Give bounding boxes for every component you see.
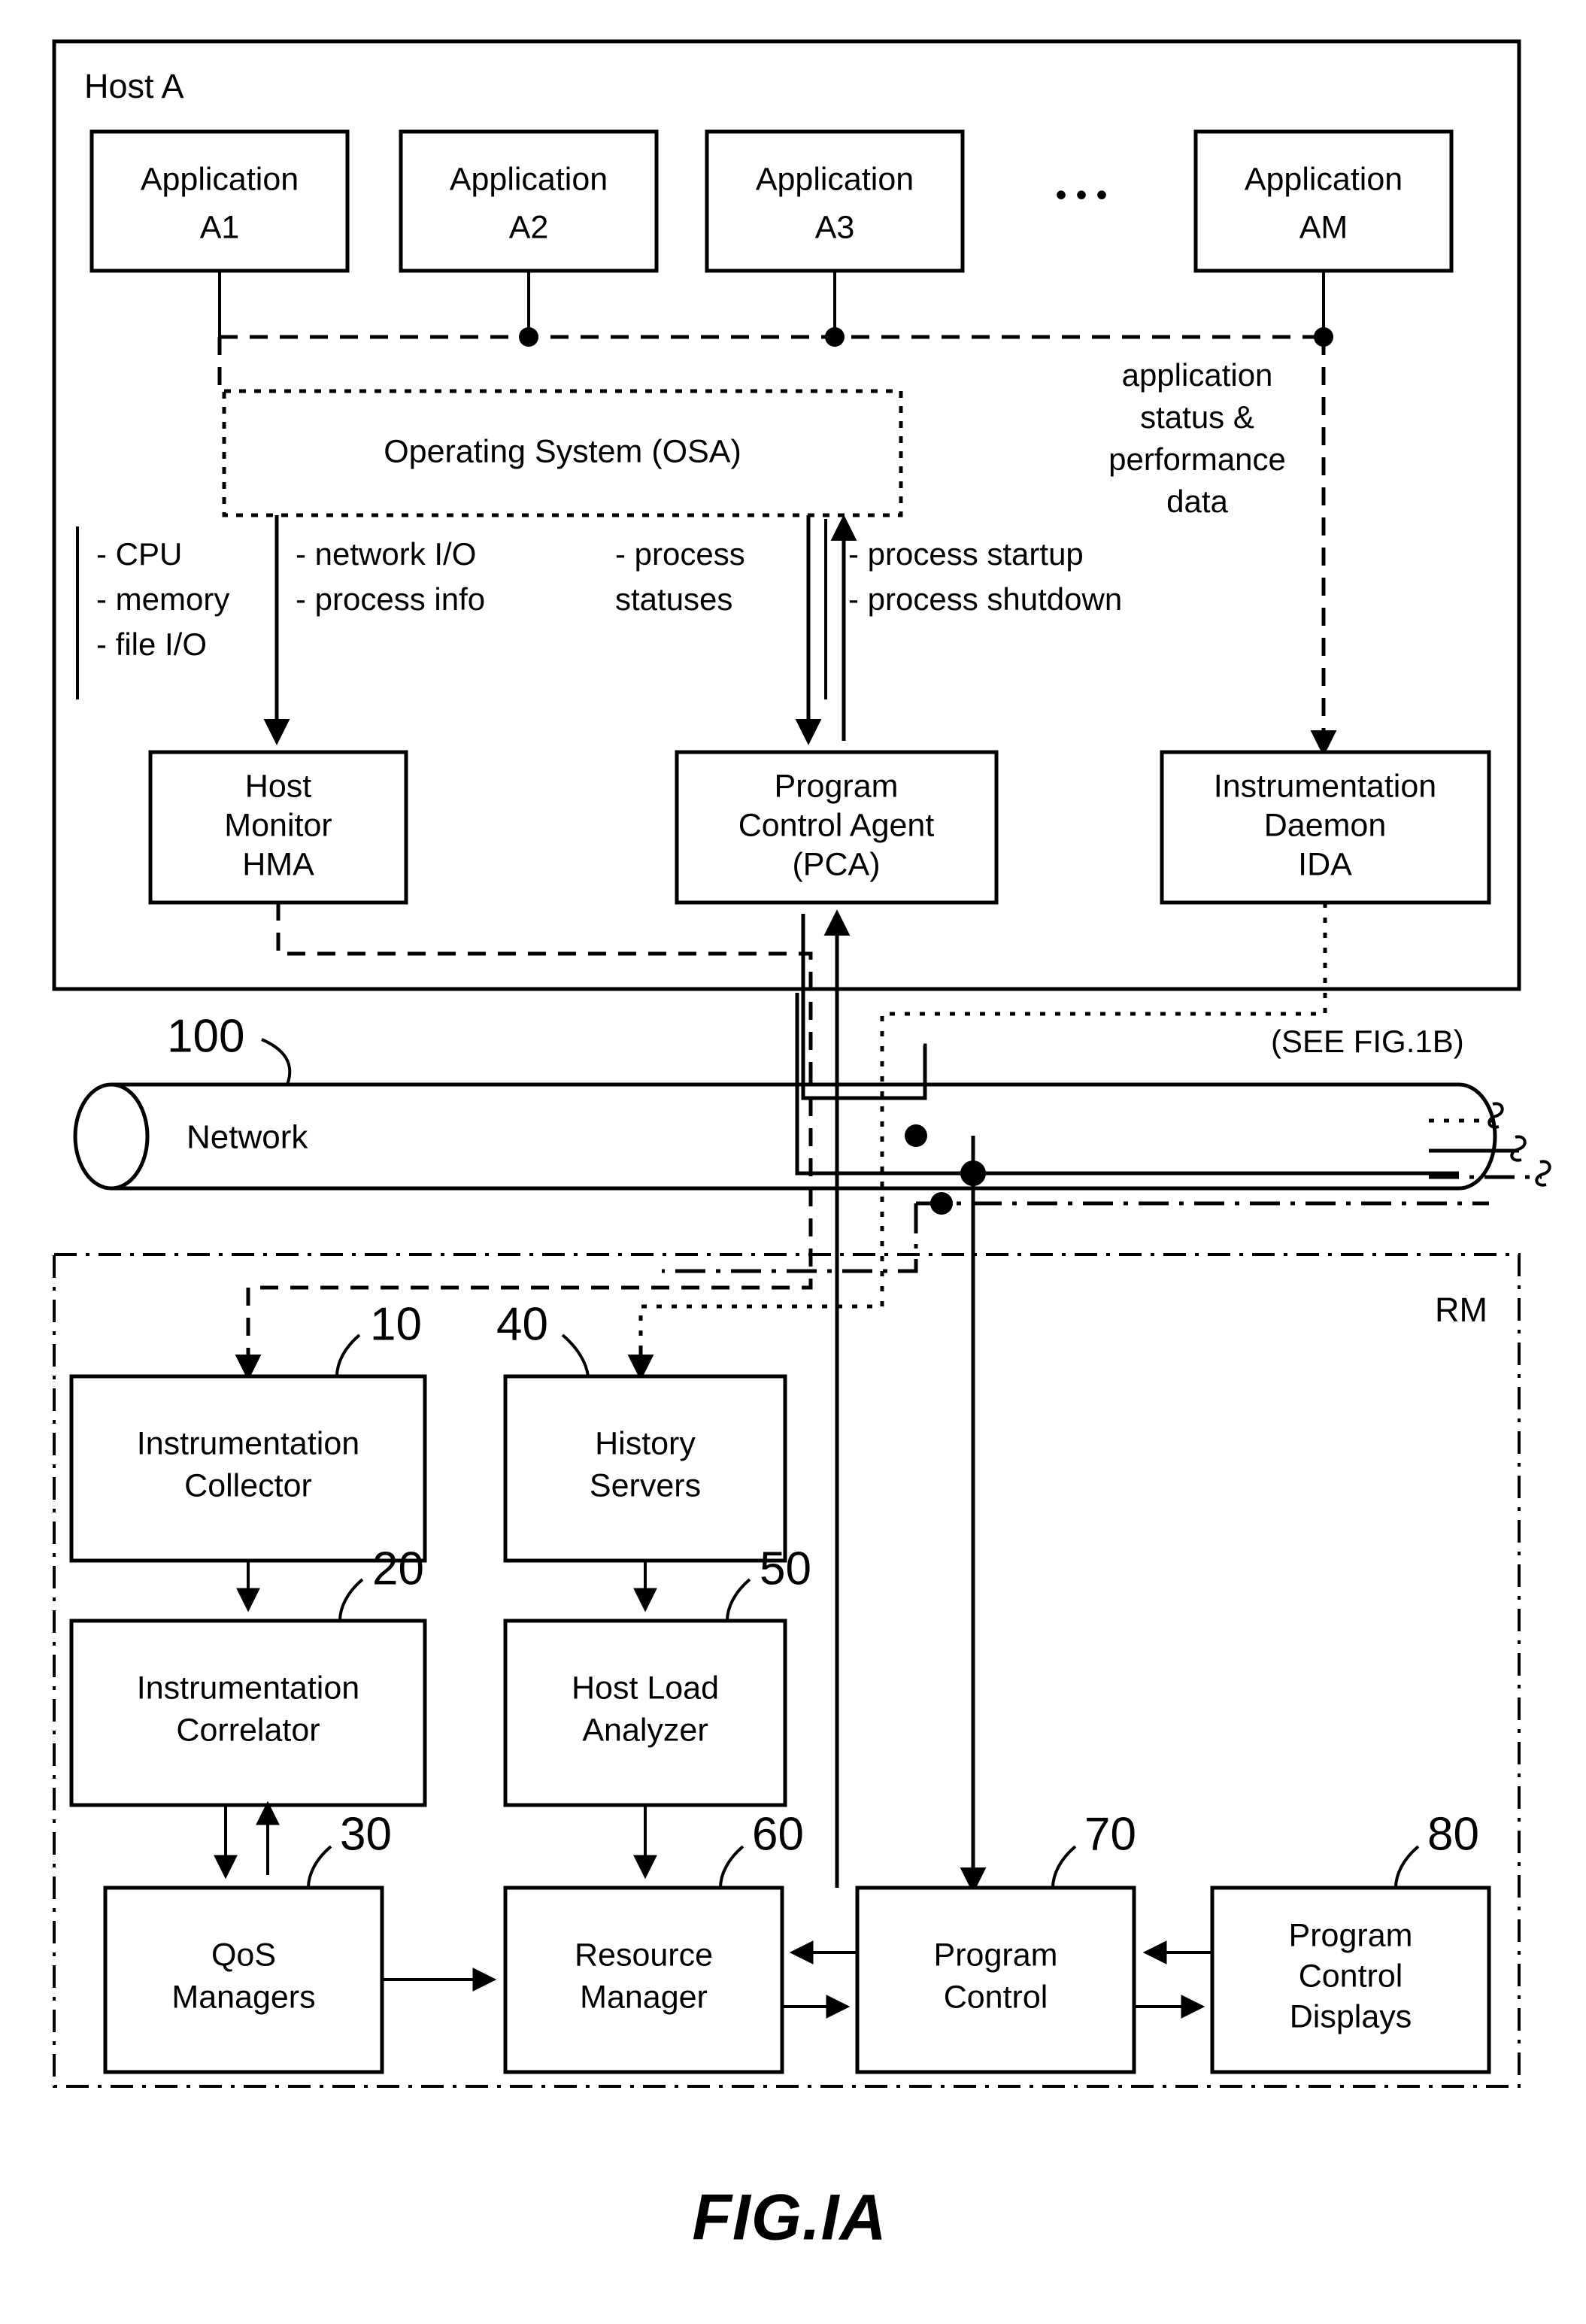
ref-40: 40 [496, 1298, 548, 1350]
instrumentation-daemon-ida[interactable]: Instrumentation Daemon IDA [1160, 750, 1491, 905]
application-a2-line1: Application [450, 161, 608, 197]
qos-managers-line1: QoS [211, 1937, 276, 1973]
metric-cpu: - CPU [96, 536, 182, 572]
ida-line2: Daemon [1264, 807, 1387, 843]
application-a1-line2: A1 [200, 209, 240, 245]
junction-dot-a3 [825, 327, 845, 347]
app-data-line4: data [1166, 484, 1228, 519]
pca-line1: Program [775, 768, 899, 804]
application-am-line1: Application [1245, 161, 1403, 197]
figure-caption: FIG.IA [692, 2182, 887, 2254]
history-servers-line2: Servers [590, 1467, 701, 1503]
program-control-displays-line3: Displays [1290, 1998, 1412, 2034]
qos-managers-line2: Managers [171, 1979, 315, 2015]
resource-manager-line1: Resource [575, 1937, 713, 1973]
patent-figure-1a: Host A Application A1 Application A2 App… [0, 0, 1586, 2320]
junction-dot-net-1 [905, 1124, 927, 1147]
host-a-title: Host A [84, 67, 184, 105]
application-am-line2: AM [1299, 209, 1348, 245]
ref-20: 20 [372, 1543, 424, 1594]
rm-title: RM [1435, 1291, 1487, 1329]
process-statuses-line1: - process [615, 536, 745, 572]
program-control-line2: Control [944, 1979, 1048, 2015]
metric-file-io: - file I/O [96, 627, 207, 662]
ida-line3: IDA [1298, 846, 1352, 882]
program-control-line1: Program [934, 1937, 1058, 1973]
host-monitor-line3: HMA [242, 846, 314, 882]
ref-80: 80 [1427, 1808, 1479, 1860]
application-a1-line1: Application [141, 161, 299, 197]
metric-network-io: - network I/O [296, 536, 476, 572]
metric-memory: - memory [96, 581, 229, 617]
pca-line2: Control Agent [738, 807, 935, 843]
host-load-analyzer-line1: Host Load [572, 1670, 719, 1706]
process-startup: - process startup [848, 536, 1084, 572]
program-control-displays-line1: Program [1289, 1917, 1413, 1953]
host-load-analyzer-line2: Analyzer [582, 1712, 708, 1748]
app-data-line3: performance [1108, 441, 1286, 477]
network-label: Network [186, 1119, 308, 1156]
host-monitor-hma[interactable]: Host Monitor HMA [148, 750, 408, 905]
application-a1[interactable]: Application A1 [89, 129, 350, 273]
application-a2-box[interactable] [399, 129, 659, 273]
application-am[interactable]: Application AM [1193, 129, 1454, 273]
application-a3-line2: A3 [815, 209, 855, 245]
ref-30: 30 [340, 1808, 392, 1860]
host-monitor-line2: Monitor [224, 807, 332, 843]
metric-process-info: - process info [296, 581, 485, 617]
see-fig-1b-label: (SEE FIG.1B) [1271, 1024, 1464, 1059]
process-shutdown: - process shutdown [848, 581, 1122, 617]
network-left-cap [73, 1082, 150, 1191]
app-data-line1: application [1122, 357, 1273, 393]
instrumentation-collector-line1: Instrumentation [137, 1425, 359, 1461]
ref-10: 10 [370, 1298, 422, 1350]
junction-dot-net-3 [930, 1192, 953, 1215]
ida-line1: Instrumentation [1214, 768, 1436, 804]
instrumentation-collector-line2: Collector [184, 1467, 312, 1503]
junction-dot-net-2 [960, 1160, 986, 1186]
resource-manager-line2: Manager [580, 1979, 708, 2015]
pca-line3: (PCA) [792, 846, 880, 882]
ref-70: 70 [1084, 1808, 1136, 1860]
process-statuses-line2: statuses [615, 581, 732, 617]
operating-system-label: Operating System (OSA) [384, 433, 741, 469]
application-a3-line1: Application [756, 161, 914, 197]
application-a3[interactable]: Application A3 [705, 129, 965, 273]
network-ref-number: 100 [167, 1010, 244, 1062]
history-servers-line1: History [595, 1425, 696, 1461]
program-control-agent-pca[interactable]: Program Control Agent (PCA) [675, 750, 999, 905]
application-a3-box[interactable] [705, 129, 965, 273]
program-control-displays-line2: Control [1299, 1958, 1403, 1994]
applications-ellipsis: • • • [1055, 177, 1107, 213]
instrumentation-correlator-line2: Correlator [176, 1712, 320, 1748]
figure-canvas: Host A Application A1 Application A2 App… [0, 0, 1586, 2320]
ref-50: 50 [760, 1543, 811, 1594]
host-a-panel: Host A Application A1 Application A2 App… [52, 39, 1521, 991]
application-a1-box[interactable] [89, 129, 350, 273]
application-a2-line2: A2 [509, 209, 549, 245]
application-am-box[interactable] [1193, 129, 1454, 273]
app-data-line2: status & [1140, 399, 1254, 435]
ref-60: 60 [752, 1808, 804, 1860]
host-monitor-line1: Host [245, 768, 311, 804]
junction-dot-a2 [519, 327, 538, 347]
instrumentation-correlator-line1: Instrumentation [137, 1670, 359, 1706]
application-a2[interactable]: Application A2 [399, 129, 659, 273]
